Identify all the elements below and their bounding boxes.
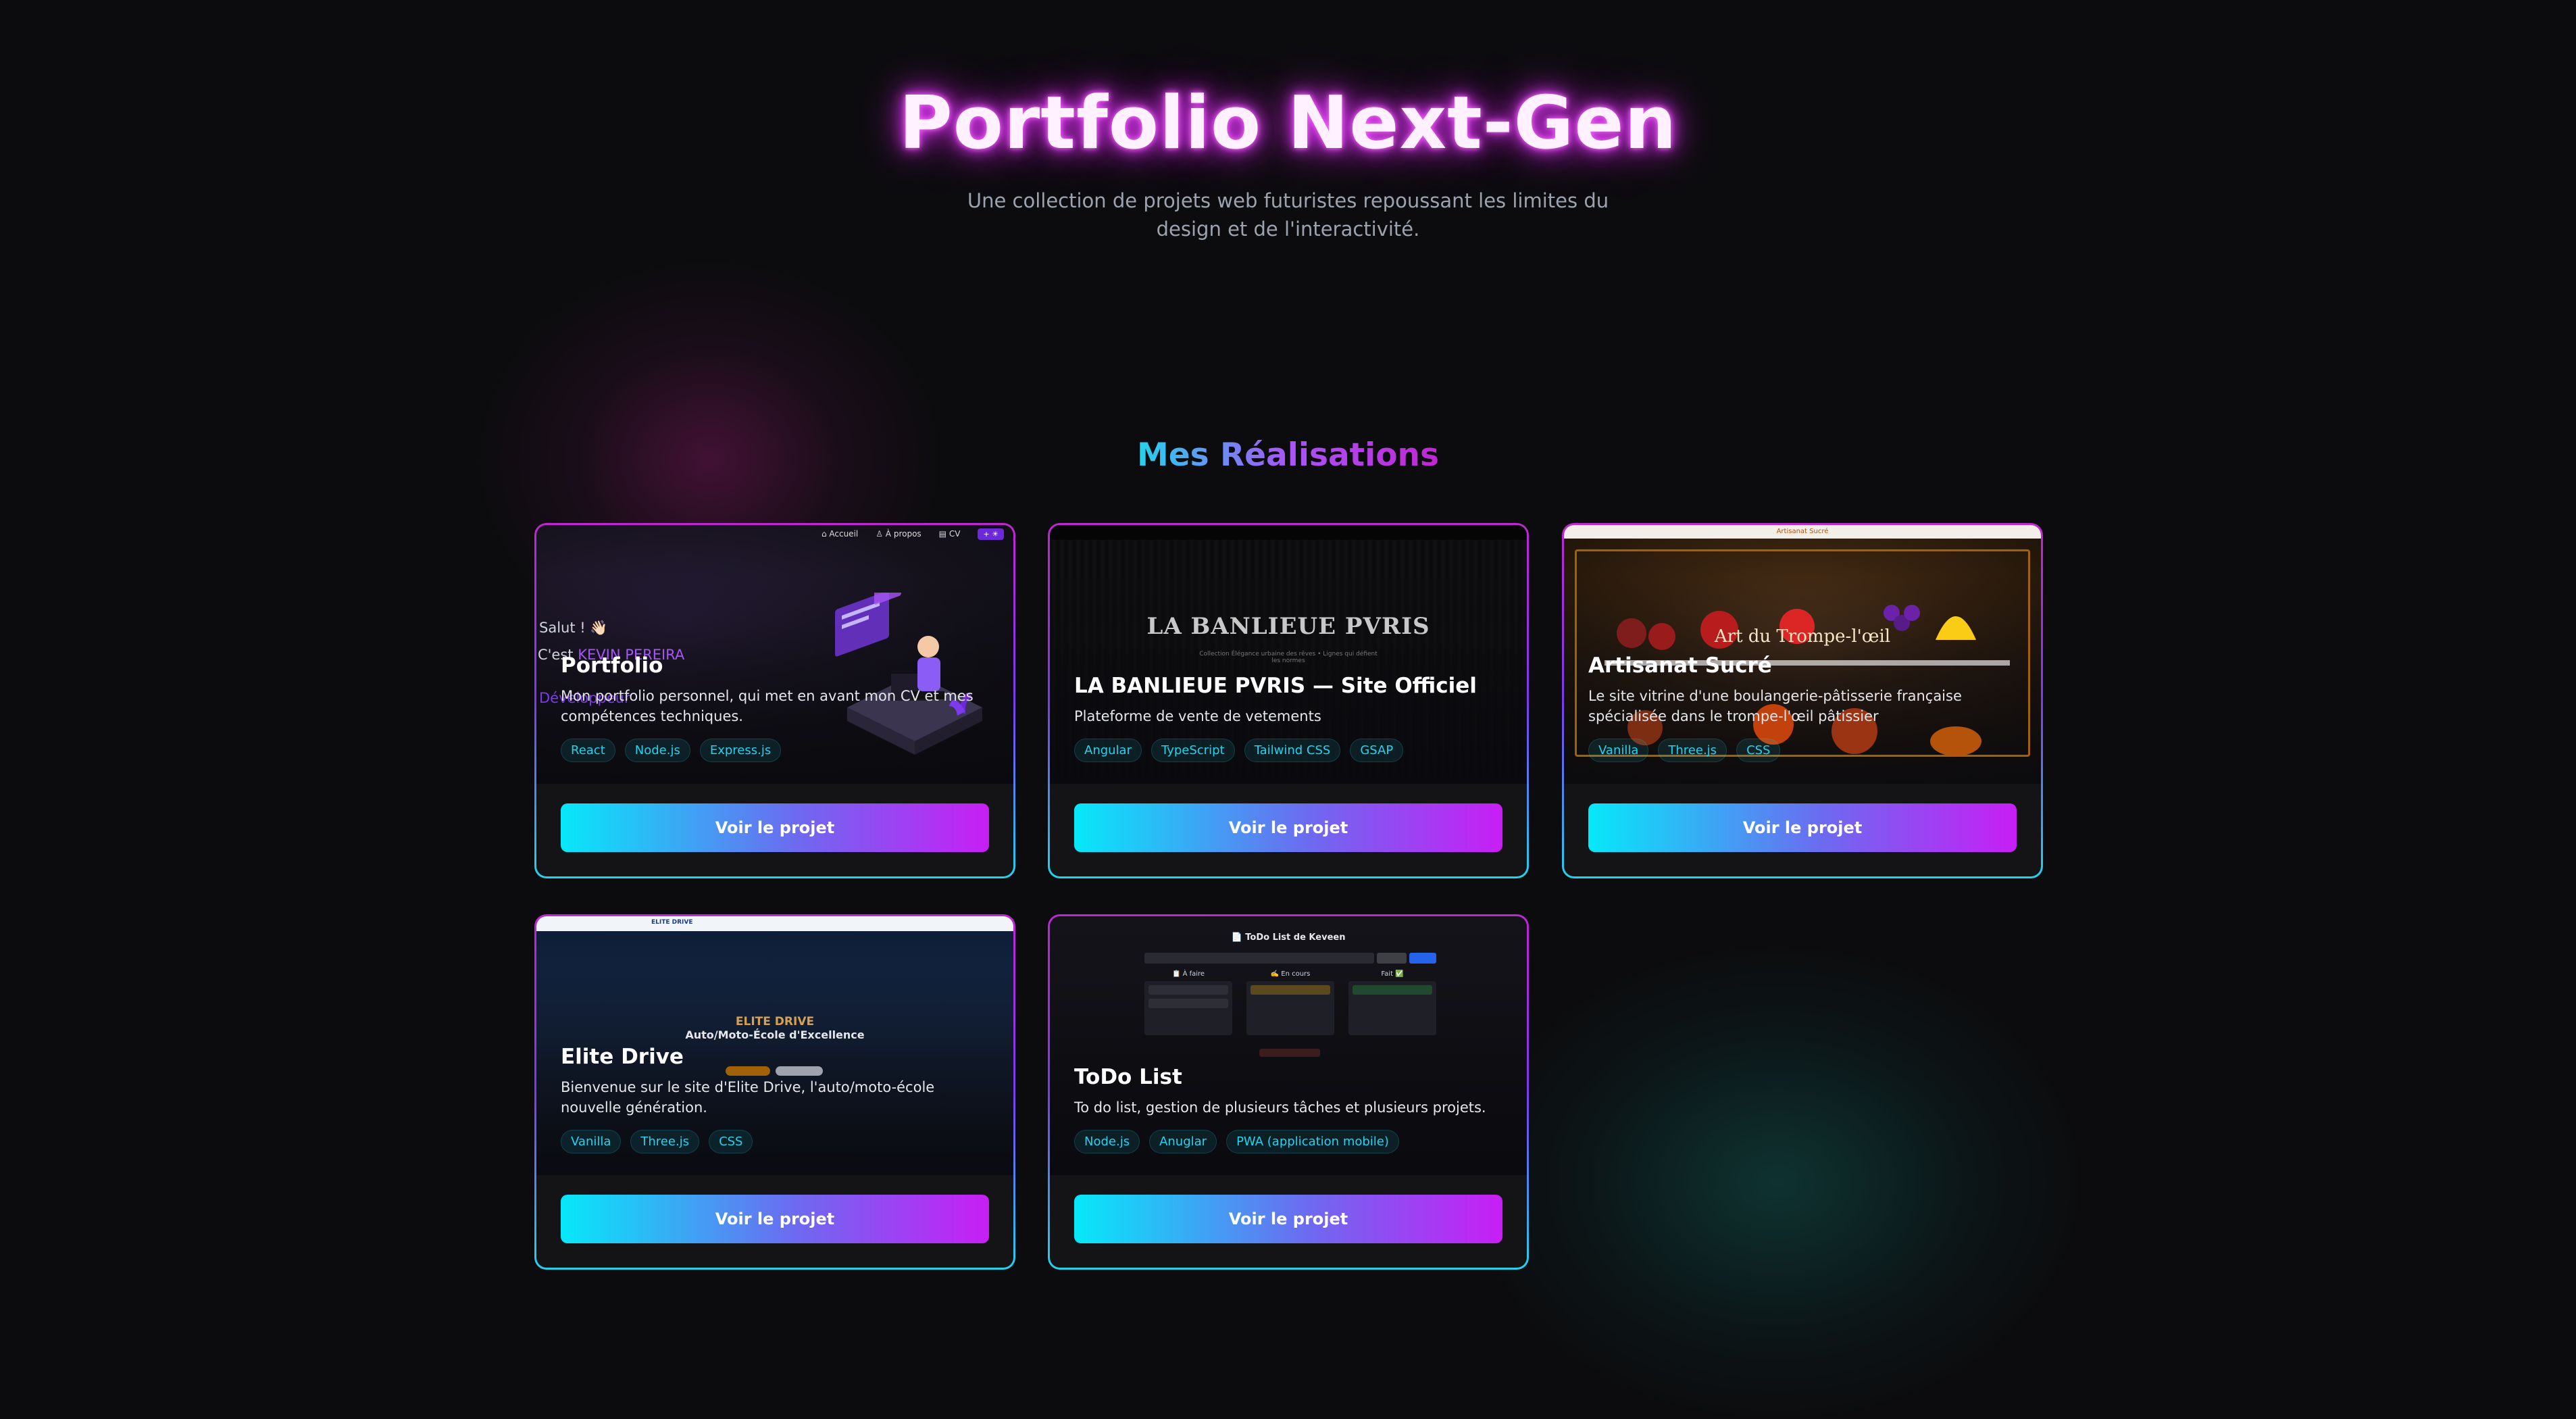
- tag: Express.js: [699, 739, 782, 762]
- project-title: LA BANLIEUE PVRIS — Site Officiel: [1074, 674, 1477, 698]
- project-description: Bienvenue sur le site d'Elite Drive, l'a…: [561, 1079, 935, 1116]
- preview-columns: 📋 À faire ✍️ En cours Fait ✅: [1144, 970, 1436, 978]
- project-description: Plateforme de vente de vetements: [1074, 708, 1321, 724]
- project-card-banlieue-pvris: LA BANLIEUE PVRIS Collection Élégance ur…: [1048, 523, 1529, 878]
- tag: Vanilla: [1588, 739, 1649, 762]
- page-subtitle: Une collection de projets web futuristes…: [967, 189, 1609, 241]
- preview-column-panel: [1246, 981, 1334, 1035]
- preview-nav-home: ⌂ Accueil: [821, 529, 859, 539]
- preview-tagline: Collection Élégance urbaine des rêves • …: [1199, 651, 1378, 664]
- preview-nav: ⌂ Accueil ♙ À propos ▤ CV + ☀: [536, 525, 1013, 543]
- view-project-button[interactable]: Voir le projet: [1074, 1195, 1502, 1243]
- tag: React: [561, 739, 615, 762]
- project-card-artisanat-sucre: Artisanat Sucré Art du Trompe-l'œil Arti…: [1562, 523, 2043, 878]
- tag: Vanilla: [561, 1130, 622, 1153]
- preview-column-todo: 📋 À faire: [1171, 970, 1205, 978]
- tag: Three.js: [630, 1130, 700, 1153]
- tag: Tailwind CSS: [1244, 739, 1341, 762]
- view-project-button[interactable]: Voir le projet: [561, 803, 989, 852]
- view-project-button[interactable]: Voir le projet: [1588, 803, 2017, 852]
- preview-nav-cv: ▤ CV: [938, 529, 961, 539]
- project-info: ToDo List To do list, gestion de plusieu…: [1074, 1065, 1502, 1153]
- preview-column-panel: [1144, 981, 1232, 1035]
- preview-column-doing: ✍️ En cours: [1270, 970, 1311, 978]
- preview-brand: ELITE DRIVE: [651, 919, 693, 926]
- view-project-button[interactable]: Voir le projet: [1074, 803, 1502, 852]
- tag: Three.js: [1658, 739, 1727, 762]
- project-card-portfolio: ⌂ Accueil ♙ À propos ▤ CV + ☀ Salut ! 👋🏻…: [534, 523, 1015, 878]
- preview-heading: ELITE DRIVE: [735, 1015, 815, 1028]
- project-card-elite-drive: ELITE DRIVE ELITE DRIVE Auto/Moto-École …: [534, 914, 1015, 1270]
- preview-nav: [1050, 525, 1527, 540]
- project-info: Portfolio Mon portfolio personnel, qui m…: [561, 653, 989, 762]
- background-glow-teal: [1473, 946, 2081, 1419]
- project-tags: Node.js Anuglar PWA (application mobile): [1074, 1130, 1502, 1153]
- preview-subheading: Auto/Moto-École d'Excellence: [685, 1028, 865, 1041]
- preview-add-button: [1409, 953, 1436, 964]
- section-title: Mes Réalisations: [0, 437, 2576, 474]
- tag: Node.js: [624, 739, 690, 762]
- project-title: ToDo List: [1074, 1065, 1182, 1089]
- project-description: Mon portfolio personnel, qui met en avan…: [561, 688, 974, 724]
- view-project-button[interactable]: Voir le projet: [561, 1195, 989, 1243]
- tag: PWA (application mobile): [1226, 1130, 1399, 1153]
- preview-column-done: Fait ✅: [1381, 970, 1404, 978]
- preview-brand: Artisanat Sucré: [1776, 528, 1829, 535]
- preview-select: [1377, 953, 1407, 964]
- preview-logo-text: LA BANLIEUE PVRIS: [1146, 613, 1430, 640]
- preview-heading: Art du Trompe-l'œil: [1714, 626, 1891, 647]
- project-title: Portfolio: [561, 653, 663, 678]
- tag: TypeScript: [1151, 739, 1235, 762]
- project-description: To do list, gestion de plusieurs tâches …: [1074, 1099, 1486, 1116]
- tag: Anuglar: [1149, 1130, 1217, 1153]
- project-info: LA BANLIEUE PVRIS — Site Officiel Platef…: [1074, 674, 1502, 762]
- preview-column-panel: [1348, 981, 1436, 1035]
- preview-nav: ELITE DRIVE: [536, 916, 1013, 931]
- preview-greeting: Salut ! 👋🏻: [539, 620, 608, 636]
- preview-nav: Artisanat Sucré: [1564, 525, 2041, 539]
- project-info: Artisanat Sucré Le site vitrine d'une bo…: [1588, 653, 2017, 762]
- preview-nav-about: ♙ À propos: [876, 529, 921, 539]
- project-card-todo-list: 📄 ToDo List de Keveen 📋 À faire ✍️ En co…: [1048, 914, 1529, 1270]
- project-info: Elite Drive Bienvenue sur le site d'Elit…: [561, 1045, 989, 1153]
- tag: GSAP: [1350, 739, 1404, 762]
- project-title: Artisanat Sucré: [1588, 653, 1772, 678]
- preview-delete-button: [1259, 1049, 1320, 1057]
- preview-heading: 📄 ToDo List de Keveen: [1231, 932, 1346, 943]
- tag: CSS: [1736, 739, 1781, 762]
- project-tags: Vanilla Three.js CSS: [1588, 739, 2017, 762]
- section-title-text: Mes Réalisations: [1137, 437, 1439, 474]
- tag: CSS: [709, 1130, 753, 1153]
- project-title: Elite Drive: [561, 1045, 684, 1069]
- project-tags: Vanilla Three.js CSS: [561, 1130, 989, 1153]
- preview-nav-theme-button: + ☀: [978, 528, 1004, 540]
- project-tags: Angular TypeScript Tailwind CSS GSAP: [1074, 739, 1502, 762]
- project-description: Le site vitrine d'une boulangerie-pâtiss…: [1588, 688, 1962, 724]
- tag: Node.js: [1074, 1130, 1140, 1153]
- tag: Angular: [1074, 739, 1142, 762]
- preview-input: [1144, 953, 1374, 964]
- page-title: Portfolio Next-Gen: [899, 81, 1677, 166]
- project-tags: React Node.js Express.js: [561, 739, 989, 762]
